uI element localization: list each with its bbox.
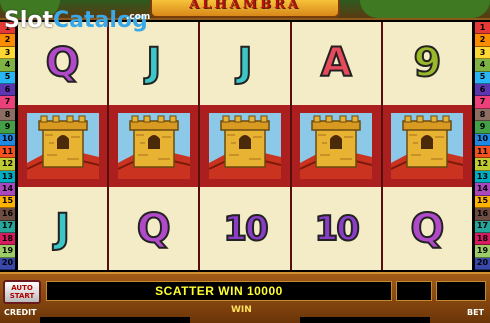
payline-number: 5 — [475, 71, 490, 85]
payline-number: 17 — [0, 220, 15, 233]
tower-symbol-icon — [26, 113, 99, 179]
payline-number: 3 — [0, 46, 15, 60]
payline-number: 14 — [475, 183, 490, 196]
tower-symbol-icon — [117, 113, 190, 179]
reel-cell: Q — [382, 187, 473, 271]
info-box-2 — [436, 281, 486, 301]
reel-cell: 10 — [291, 187, 381, 271]
credit-counter — [40, 317, 190, 323]
payline-number: 2 — [475, 34, 490, 47]
control-panel: AUTO START SCATTER WIN 10000 CREDIT WIN … — [0, 272, 490, 323]
foliage-right — [360, 0, 490, 18]
symbol-10: 10 — [222, 208, 269, 249]
reel-2: JQ — [109, 22, 199, 271]
payline-number: 7 — [475, 96, 490, 109]
reel-cell: Q — [109, 187, 199, 271]
reel-3: J 10 — [200, 22, 290, 271]
game-title: ALHAMBRA — [189, 0, 301, 12]
payline-number: 9 — [475, 121, 490, 134]
payline-number: 4 — [0, 59, 15, 72]
payline-indicators-right: 1 2 3 4 5 6 7 8 9 10 11 12 13 14 15 16 17 18 19 20 — [475, 22, 490, 271]
payline-number: 11 — [0, 146, 15, 159]
payline-number: 7 — [0, 96, 15, 109]
payline-number: 15 — [475, 195, 490, 209]
payline-number: 8 — [0, 108, 15, 122]
watermark-suffix: .com — [126, 12, 151, 22]
symbol-q: Q — [136, 205, 172, 252]
payline-number: 19 — [0, 245, 15, 258]
payline-number: 20 — [0, 257, 15, 271]
payline-number: 6 — [0, 84, 15, 97]
bet-label: BET — [466, 308, 484, 317]
payline-number: 6 — [475, 84, 490, 97]
symbol-j: J — [54, 205, 71, 252]
symbol-j: J — [237, 40, 254, 87]
tower-symbol-icon — [209, 113, 281, 179]
reel-cell: 10 — [200, 187, 290, 271]
reel-cell: A — [291, 22, 381, 105]
payline-number: 3 — [475, 46, 490, 60]
tower-symbol-icon — [391, 113, 464, 179]
payline-number: 16 — [475, 208, 490, 221]
payline-number: 1 — [475, 22, 490, 35]
payline-number: 15 — [0, 195, 15, 209]
payline-number: 10 — [475, 133, 490, 147]
symbol-9: 9 — [412, 40, 442, 87]
payline-number: 9 — [0, 121, 15, 134]
payline-number: 8 — [475, 108, 490, 122]
reel-cell: J — [18, 187, 108, 271]
reel-cell: J — [200, 22, 290, 105]
bet-counter — [300, 317, 430, 323]
payline-number: 16 — [0, 208, 15, 221]
payline-number: 14 — [0, 183, 15, 196]
auto-start-label-1: AUTO — [11, 284, 33, 292]
auto-start-button[interactable]: AUTO START — [3, 280, 41, 304]
reels-area: Q J J Q J 10 A 10 9 Q — [18, 22, 473, 271]
reel-cell — [382, 104, 473, 188]
payline-number: 4 — [475, 59, 490, 72]
payline-number: 18 — [0, 232, 15, 246]
credit-label: CREDIT — [4, 308, 37, 317]
reel-cell — [200, 104, 290, 188]
payline-number: 13 — [0, 170, 15, 184]
tower-symbol-icon — [300, 113, 373, 179]
reel-cell — [291, 104, 381, 188]
watermark-part1: Slot — [4, 8, 54, 33]
payline-number: 12 — [475, 158, 490, 171]
payline-number: 13 — [475, 170, 490, 184]
payline-number: 20 — [475, 257, 490, 271]
reel-cell — [109, 104, 199, 188]
payline-indicators-left: 1 2 3 4 5 6 7 8 9 10 11 12 13 14 15 16 17 18 19 20 — [0, 22, 15, 271]
payline-number: 12 — [0, 158, 15, 171]
reel-cell: 9 — [382, 22, 473, 105]
symbol-10: 10 — [314, 208, 361, 249]
auto-start-label-2: START — [9, 292, 35, 300]
win-label: WIN — [231, 305, 252, 315]
symbol-j: J — [145, 40, 162, 87]
symbol-q: Q — [409, 205, 445, 252]
symbol-q: Q — [45, 40, 81, 87]
payline-number: 10 — [0, 133, 15, 147]
reel-5: 9Q — [382, 22, 473, 271]
info-box-1 — [396, 281, 432, 301]
reel-cell — [18, 104, 108, 188]
game-title-plate: ALHAMBRA — [150, 0, 340, 18]
symbol-a: A — [320, 40, 353, 87]
message-text: SCATTER WIN 10000 — [155, 284, 283, 298]
watermark-logo: Slot Catalog .com — [4, 6, 150, 36]
message-display: SCATTER WIN 10000 — [46, 281, 392, 301]
payline-number: 11 — [475, 146, 490, 159]
reel-4: A 10 — [291, 22, 381, 271]
payline-number: 5 — [0, 71, 15, 85]
payline-number: 18 — [475, 232, 490, 246]
reel-1: QJ — [18, 22, 108, 271]
payline-number: 17 — [475, 220, 490, 233]
payline-number: 19 — [475, 245, 490, 258]
payline-number: 2 — [0, 34, 15, 47]
